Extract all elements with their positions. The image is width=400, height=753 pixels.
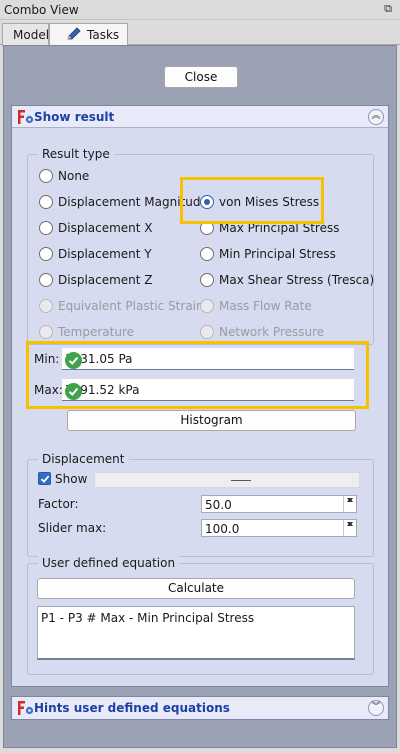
equation-text: P1 - P3 # Max - Min Principal Stress [41, 611, 255, 625]
radio-label: Displacement X [58, 221, 153, 235]
slider-handle[interactable] [231, 480, 251, 481]
spin-arrows[interactable] [343, 496, 356, 512]
displacement-title: Displacement [38, 452, 129, 466]
factor-spinbox[interactable]: 50.0 [201, 495, 357, 513]
show-label: Show [55, 472, 88, 486]
show-result-header[interactable]: Show result ︽ [12, 106, 388, 128]
hints-header[interactable]: Hints user defined equations ︾ [12, 697, 388, 719]
displacement-group: Displacement Show Factor: 50.0 Slider ma… [27, 452, 374, 557]
radio-dot [39, 325, 53, 339]
pencil-icon [67, 27, 81, 40]
close-button[interactable]: Close [164, 66, 238, 88]
radio-dot [39, 169, 53, 183]
user-equation-title: User defined equation [38, 556, 180, 570]
show-result-box: Show result ︽ Result type None Displacem… [11, 105, 389, 687]
arrow-down-icon[interactable] [347, 522, 353, 526]
radio-dot [39, 221, 53, 235]
collapse-icon[interactable]: ︽ [368, 109, 384, 125]
radio-dot [39, 299, 53, 313]
tab-tasks[interactable]: Tasks [49, 23, 128, 46]
radio-label: Temperature [58, 325, 135, 339]
radio-dot [39, 247, 53, 261]
equation-input[interactable]: P1 - P3 # Max - Min Principal Stress [37, 606, 355, 660]
radio-dot [200, 325, 214, 339]
radio-dot [200, 299, 214, 313]
radio-label: None [58, 169, 90, 183]
radio-label: Mass Flow Rate [219, 299, 312, 313]
radio-label: Displacement Y [58, 247, 152, 261]
slider-max-label: Slider max: [38, 521, 107, 535]
user-equation-group: User defined equation Calculate P1 - P3 … [27, 556, 374, 675]
show-checkbox[interactable] [38, 472, 51, 485]
checkmark-icon [40, 475, 50, 483]
radio-label: Displacement Z [58, 273, 153, 287]
show-result-title: Show result [34, 110, 115, 124]
radio-label: Max Shear Stress (Tresca) [219, 273, 375, 287]
radio-label: Equivalent Plastic Strain [58, 299, 204, 313]
radio-label: Network Pressure [219, 325, 325, 339]
radio-label: Min Principal Stress [219, 247, 336, 261]
minmax-highlight [26, 341, 369, 409]
slider-max-value: 100.0 [205, 522, 240, 536]
factor-label: Factor: [38, 497, 79, 511]
radio-dot [39, 195, 53, 209]
expand-icon[interactable]: ︾ [368, 700, 384, 716]
title-bar: Combo View ⧉ [0, 0, 400, 20]
tab-model[interactable]: Model [2, 23, 49, 46]
tasks-panel: Close Show result ︽ Result type None Dis… [3, 45, 397, 748]
calculate-button[interactable]: Calculate [37, 578, 355, 599]
displacement-slider[interactable] [94, 472, 360, 488]
tab-bar: Model Tasks [0, 21, 400, 46]
hints-title: Hints user defined equations [34, 701, 230, 715]
window-title: Combo View [4, 3, 79, 17]
arrow-down-icon[interactable] [347, 498, 353, 502]
fem-result-icon [18, 110, 34, 124]
spin-arrows[interactable] [343, 520, 356, 536]
radio-dot [200, 273, 214, 287]
result-type-title: Result type [38, 147, 114, 161]
selection-highlight [180, 177, 324, 224]
hints-box: Hints user defined equations ︾ [11, 696, 389, 720]
fem-result-icon [18, 701, 34, 715]
float-panel-icon[interactable]: ⧉ [382, 3, 394, 15]
factor-value: 50.0 [205, 498, 232, 512]
radio-dot [39, 273, 53, 287]
tab-tasks-label: Tasks [87, 28, 120, 42]
tab-model-label: Model [13, 28, 50, 42]
histogram-button[interactable]: Histogram [67, 410, 356, 431]
slider-max-spinbox[interactable]: 100.0 [201, 519, 357, 537]
radio-dot [200, 247, 214, 261]
